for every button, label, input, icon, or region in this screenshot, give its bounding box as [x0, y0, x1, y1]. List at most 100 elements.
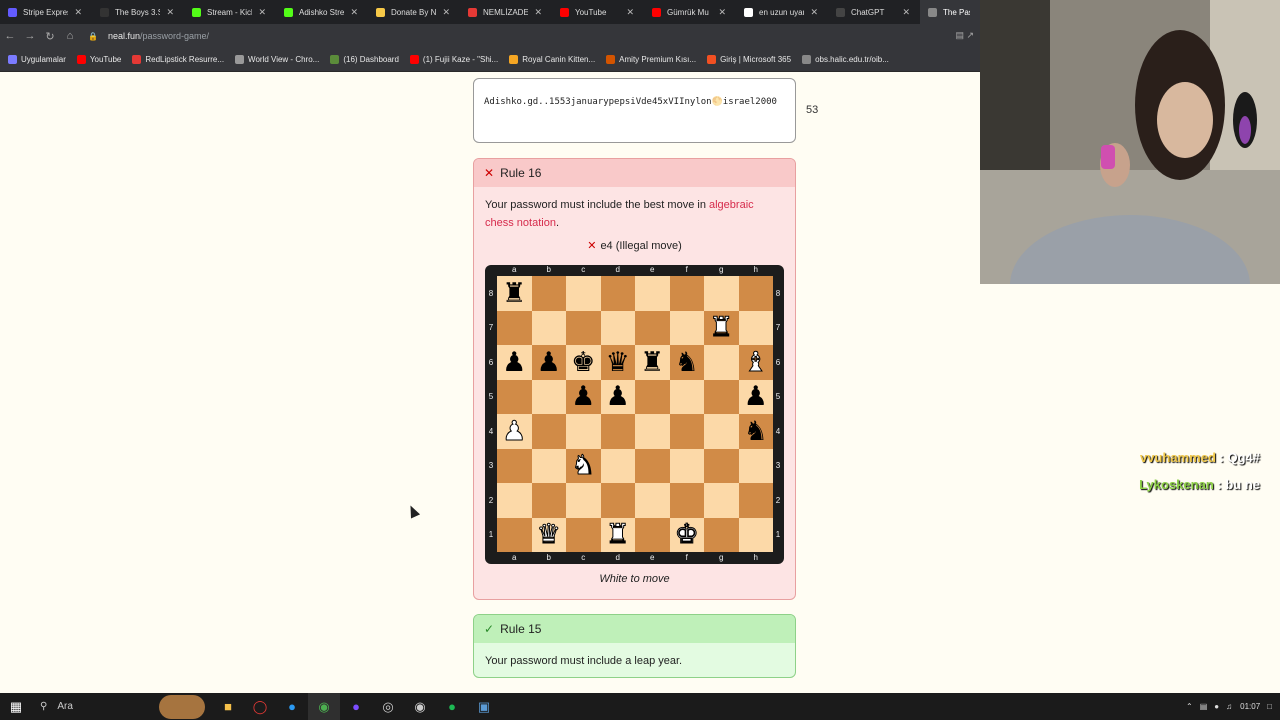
- white-knight-icon[interactable]: ♞: [571, 452, 596, 480]
- board-square-h7[interactable]: [738, 310, 773, 345]
- lock-icon[interactable]: 🔒: [88, 32, 98, 41]
- board-square-g1[interactable]: [704, 517, 739, 552]
- tab-close-icon[interactable]: ✕: [902, 7, 910, 18]
- board-square-c1[interactable]: [566, 517, 601, 552]
- board-square-h5[interactable]: ♟: [738, 379, 773, 414]
- reload-icon[interactable]: ↻: [40, 30, 60, 43]
- bookmark-item[interactable]: YouTube: [76, 55, 121, 64]
- board-square-a5[interactable]: [497, 379, 532, 414]
- board-square-f1[interactable]: ♚: [669, 517, 704, 552]
- browser-tab[interactable]: Stripe Express ✕: [0, 0, 92, 24]
- black-pawn-icon[interactable]: ♟: [744, 383, 768, 410]
- password-input[interactable]: Adishko.gd..1553januarypepsiVde45xVIInyl…: [473, 78, 796, 143]
- board-square-e5[interactable]: [635, 379, 670, 414]
- black-pawn-icon[interactable]: ♟: [537, 349, 561, 376]
- taskbar-search[interactable]: ⚲ Ara: [32, 701, 152, 712]
- board-square-e7[interactable]: [635, 310, 670, 345]
- browser-tab[interactable]: ChatGPT ✕: [828, 0, 920, 24]
- board-square-h2[interactable]: [738, 483, 773, 518]
- board-square-d5[interactable]: ♟: [600, 379, 635, 414]
- board-square-f7[interactable]: [669, 310, 704, 345]
- board-square-a2[interactable]: [497, 483, 532, 518]
- bookmark-item[interactable]: (16) Dashboard: [330, 55, 399, 64]
- board-square-g3[interactable]: [704, 448, 739, 483]
- tab-close-icon[interactable]: ✕: [718, 7, 726, 18]
- tab-close-icon[interactable]: ✕: [626, 7, 634, 18]
- volume-icon[interactable]: ♫: [1226, 702, 1232, 711]
- board-square-e2[interactable]: [635, 483, 670, 518]
- bookmark-item[interactable]: obs.halic.edu.tr/oib...: [802, 55, 889, 64]
- spotify-icon[interactable]: ●: [436, 693, 468, 720]
- white-rook-icon[interactable]: ♜: [709, 314, 734, 342]
- opera-icon[interactable]: ◯: [244, 693, 276, 720]
- board-square-h6[interactable]: ♝: [738, 345, 773, 380]
- board-square-d6[interactable]: ♛: [600, 345, 635, 380]
- board-square-c2[interactable]: [566, 483, 601, 518]
- streamlabs-icon[interactable]: ◉: [404, 693, 436, 720]
- bookmark-item[interactable]: World View - Chro...: [235, 55, 319, 64]
- black-pawn-icon[interactable]: ♟: [606, 383, 630, 410]
- board-square-d3[interactable]: [600, 448, 635, 483]
- board-square-d4[interactable]: [600, 414, 635, 449]
- board-square-b7[interactable]: [531, 310, 566, 345]
- microphone-icon[interactable]: ●: [1214, 702, 1219, 711]
- browser-tab[interactable]: The Passw: [920, 0, 980, 24]
- board-square-c3[interactable]: ♞: [566, 448, 601, 483]
- black-king-icon[interactable]: ♚: [571, 349, 595, 376]
- browser-tab[interactable]: Stream - Kick ✕: [184, 0, 276, 24]
- bookmark-item[interactable]: Uygulamalar: [8, 55, 66, 64]
- board-square-h4[interactable]: ♞: [738, 414, 773, 449]
- board-square-c7[interactable]: [566, 310, 601, 345]
- board-square-b5[interactable]: [531, 379, 566, 414]
- bookmark-item[interactable]: Royal Canin Kitten...: [509, 55, 595, 64]
- translate-icon[interactable]: ▤ ↗: [955, 30, 974, 41]
- black-knight-icon[interactable]: ♞: [744, 418, 768, 445]
- board-square-c6[interactable]: ♚: [566, 345, 601, 380]
- board-square-b3[interactable]: [531, 448, 566, 483]
- black-pawn-icon[interactable]: ♟: [502, 349, 526, 376]
- black-pawn-icon[interactable]: ♟: [571, 383, 595, 410]
- board-square-g8[interactable]: [704, 276, 739, 311]
- board-square-e4[interactable]: [635, 414, 670, 449]
- board-square-e3[interactable]: [635, 448, 670, 483]
- board-square-a6[interactable]: ♟: [497, 345, 532, 380]
- board-square-e1[interactable]: [635, 517, 670, 552]
- board-square-g7[interactable]: ♜: [704, 310, 739, 345]
- white-king-icon[interactable]: ♚: [674, 521, 699, 549]
- url-field[interactable]: neal.fun/password-game/: [108, 31, 209, 41]
- board-square-d8[interactable]: [600, 276, 635, 311]
- board-square-b8[interactable]: [531, 276, 566, 311]
- white-rook-icon[interactable]: ♜: [605, 521, 630, 549]
- board-square-c5[interactable]: ♟: [566, 379, 601, 414]
- board-square-e8[interactable]: [635, 276, 670, 311]
- clock[interactable]: 01:07: [1240, 702, 1260, 711]
- board-square-f2[interactable]: [669, 483, 704, 518]
- windows-start-icon[interactable]: ▦: [0, 699, 32, 715]
- browser-tab[interactable]: YouTube ✕: [552, 0, 644, 24]
- white-pawn-icon[interactable]: ♟: [502, 417, 527, 445]
- black-knight-icon[interactable]: ♞: [675, 349, 699, 376]
- board-square-b6[interactable]: ♟: [531, 345, 566, 380]
- board-square-d2[interactable]: [600, 483, 635, 518]
- tab-close-icon[interactable]: ✕: [350, 7, 358, 18]
- board-square-b4[interactable]: [531, 414, 566, 449]
- board-square-g5[interactable]: [704, 379, 739, 414]
- browser-tab[interactable]: The Boys 3.Se ✕: [92, 0, 184, 24]
- tab-close-icon[interactable]: ✕: [534, 7, 542, 18]
- tab-close-icon[interactable]: ✕: [166, 7, 174, 18]
- board-square-f8[interactable]: [669, 276, 704, 311]
- notification-icon[interactable]: □: [1267, 702, 1272, 711]
- board-square-f4[interactable]: [669, 414, 704, 449]
- bookmark-item[interactable]: RedLipstick Resurre...: [132, 55, 224, 64]
- network-icon[interactable]: ▤: [1200, 702, 1208, 711]
- back-icon[interactable]: ←: [0, 30, 20, 42]
- board-square-b1[interactable]: ♛: [531, 517, 566, 552]
- board-square-b2[interactable]: [531, 483, 566, 518]
- board-square-g2[interactable]: [704, 483, 739, 518]
- bookmark-item[interactable]: Amity Premium Kısı...: [606, 55, 696, 64]
- obs-icon[interactable]: ◎: [372, 693, 404, 720]
- edge-icon[interactable]: ●: [276, 693, 308, 720]
- file-explorer-icon[interactable]: ■: [212, 693, 244, 720]
- board-square-d7[interactable]: [600, 310, 635, 345]
- browser-tab[interactable]: Donate By Ne ✕: [368, 0, 460, 24]
